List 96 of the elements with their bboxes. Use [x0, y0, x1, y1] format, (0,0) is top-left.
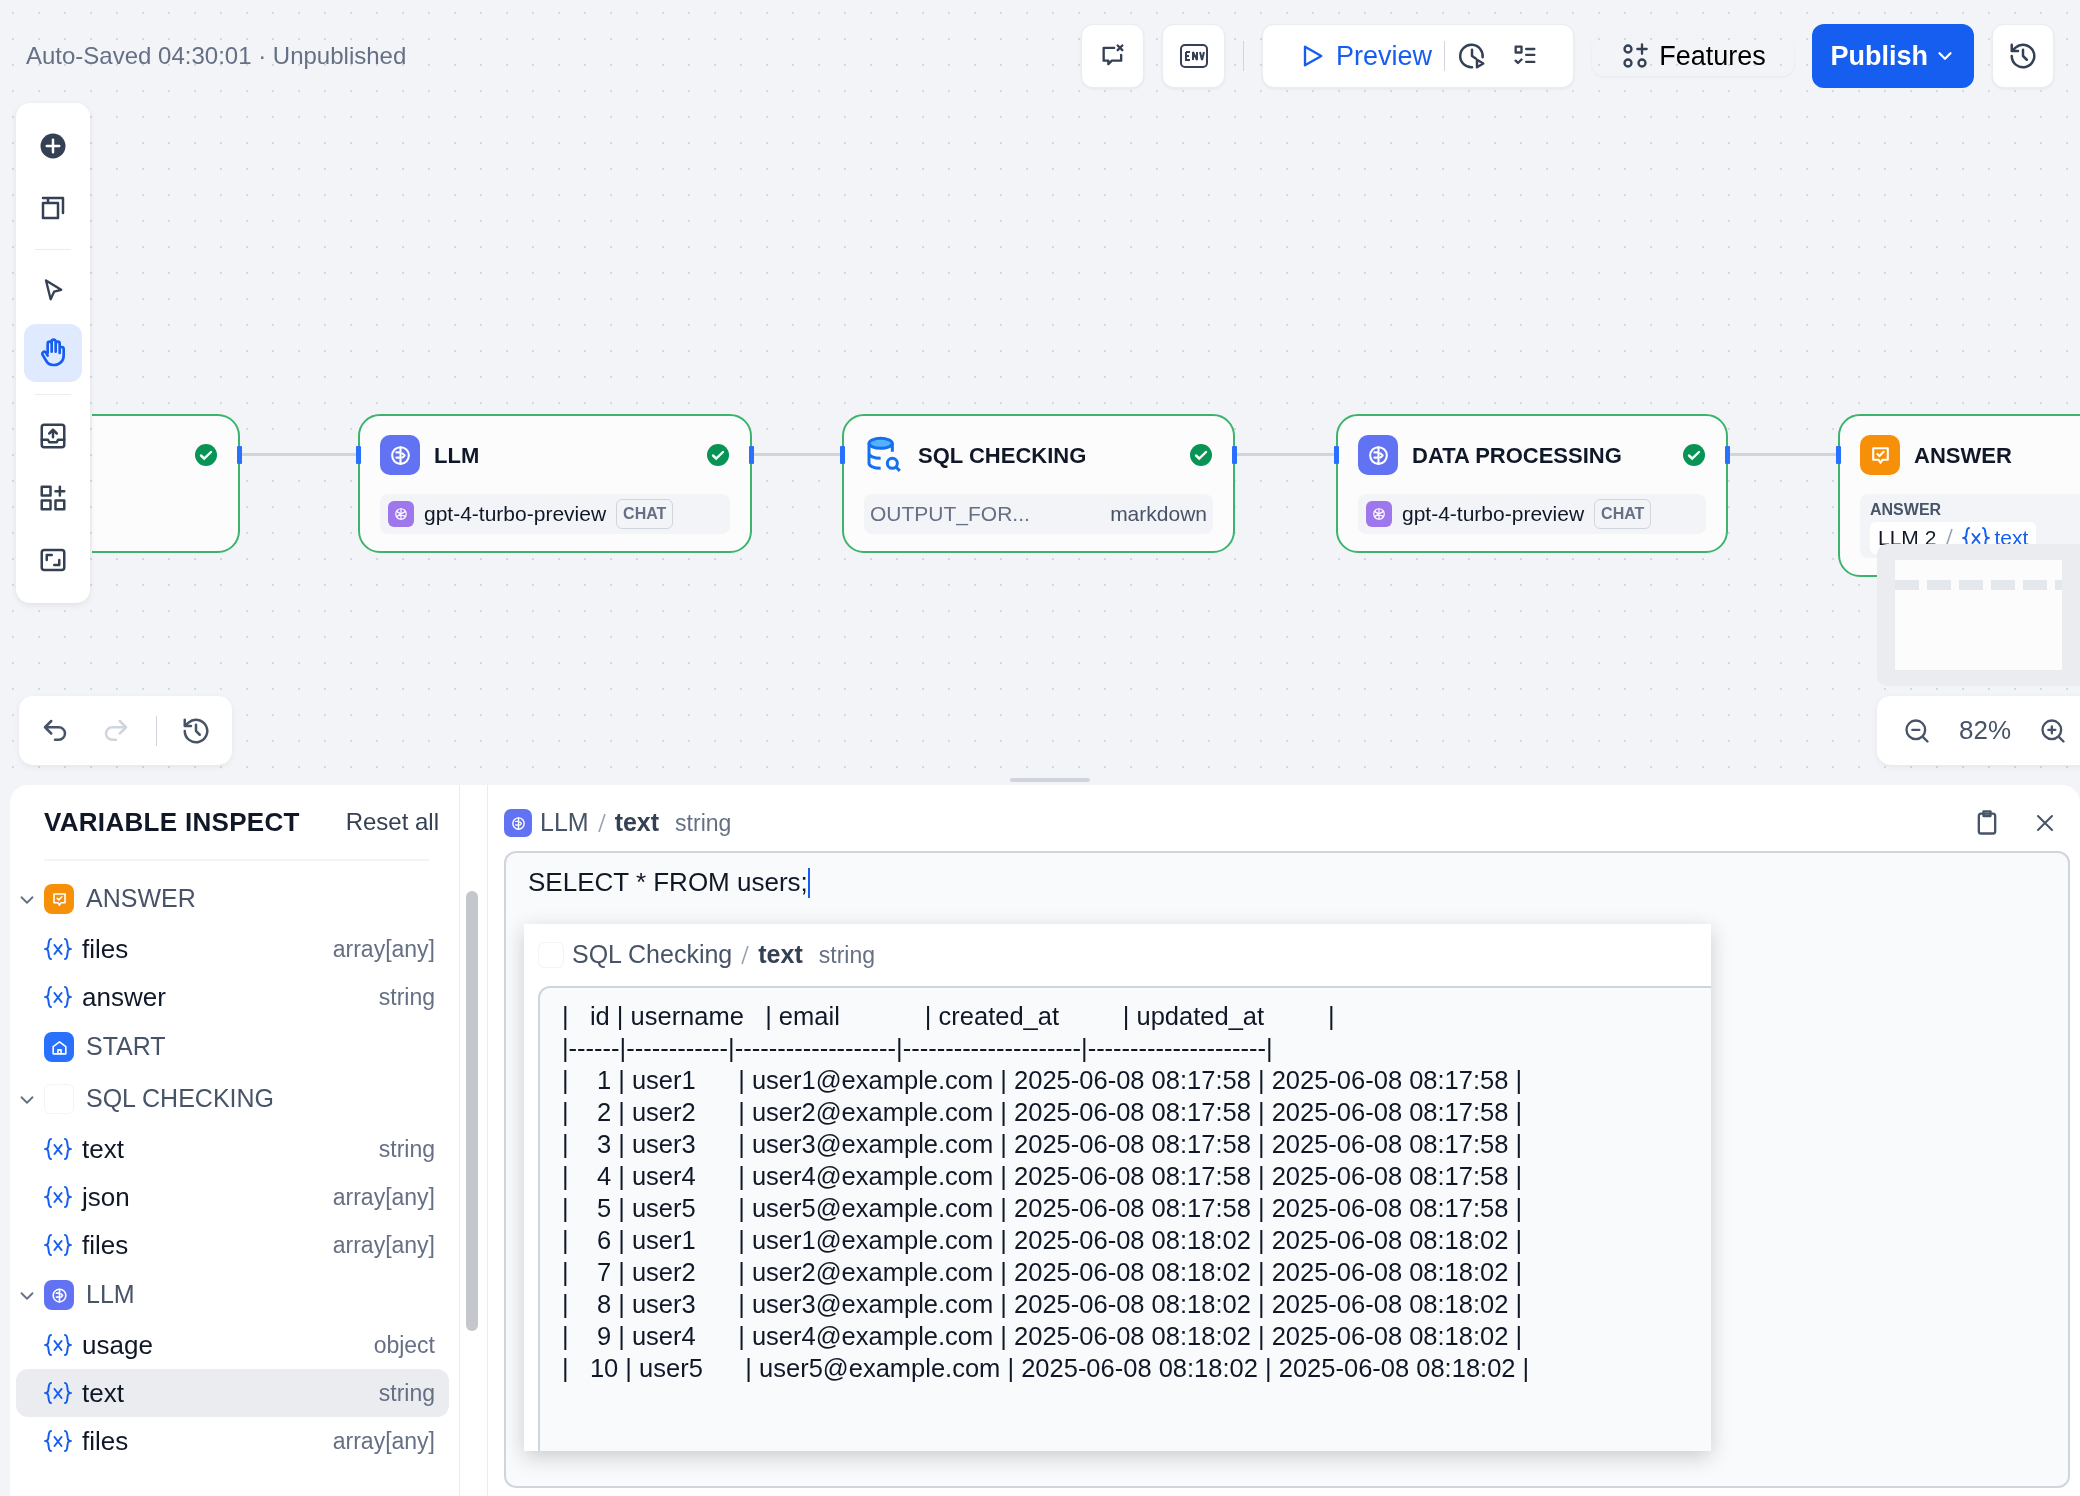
connection-handle[interactable]: [1334, 446, 1339, 464]
variable-icon: [44, 937, 72, 961]
save-status: Auto-Saved 04:30:01 · Unpublished: [26, 41, 407, 71]
workflow-node[interactable]: [92, 414, 240, 553]
connection-handle[interactable]: [1725, 446, 1730, 464]
publish-button[interactable]: Publish: [1812, 24, 1974, 88]
clock-play-icon: [1457, 41, 1487, 71]
node-name: SQL Checking: [572, 939, 733, 971]
slash-icon: [740, 944, 751, 966]
llm-icon: [1358, 435, 1398, 475]
answer-icon: [44, 884, 74, 914]
model-name: gpt-4-turbo-preview: [1402, 501, 1585, 528]
variable-icon: [44, 1185, 72, 1209]
history-icon: [2008, 41, 2038, 71]
variable-icon: [44, 1381, 72, 1405]
output-line: | 5 | user5 | user5@example.com | 2025-06-08 08:17:58 | 2025-06-08 08:17:58 |: [562, 1193, 1524, 1224]
variable-item[interactable]: files array[any]: [16, 1417, 449, 1465]
output-line: | 2 | user2 | user2@example.com | 2025-06-08 08:17:58 | 2025-06-08 08:17:58 |: [562, 1097, 1524, 1128]
variable-item[interactable]: files array[any]: [16, 1221, 449, 1269]
mode-badge: CHAT: [616, 499, 674, 529]
variable-icon: [44, 985, 72, 1009]
output-line: | 8 | user3 | user3@example.com | 2025-06-08 08:18:02 | 2025-06-08 08:18:02 |: [562, 1289, 1524, 1320]
node-name: LLM: [540, 807, 589, 839]
connection-handle[interactable]: [1232, 446, 1237, 464]
output-line: | 7 | user2 | user2@example.com | 2025-06-08 08:18:02 | 2025-06-08 08:18:02 |: [562, 1257, 1524, 1288]
close-chat-button[interactable]: [1081, 24, 1145, 88]
features-icon: [1621, 42, 1650, 70]
output-line: | 9 | user4 | user4@example.com | 2025-06-08 08:18:02 | 2025-06-08 08:18:02 |: [562, 1321, 1524, 1352]
variable-type: string: [675, 808, 732, 838]
env-button[interactable]: [1162, 24, 1226, 88]
import-icon: [38, 421, 68, 451]
node-title: LLM: [434, 441, 481, 470]
variable-name: text: [614, 807, 660, 839]
variable-item[interactable]: text string: [16, 1125, 449, 1173]
output-line: | 3 | user3 | user3@example.com | 2025-06-08 08:17:58 | 2025-06-08 08:17:58 |: [562, 1129, 1524, 1160]
node-name: ANSWER: [86, 883, 196, 915]
variable-item[interactable]: json array[any]: [16, 1173, 449, 1221]
workflow-node[interactable]: LLM gpt-4-turbo-preview CHAT: [358, 414, 752, 553]
connection-handle[interactable]: [237, 446, 242, 464]
preview-button[interactable]: Preview: [1285, 25, 1444, 87]
answer-icon: [1860, 435, 1900, 475]
variable-type: string: [818, 940, 875, 970]
reset-all-button[interactable]: Reset all: [345, 804, 439, 840]
field-label: ANSWER: [1870, 500, 1943, 520]
features-button[interactable]: Features: [1592, 35, 1795, 77]
model-icon: [388, 501, 414, 527]
model-name: gpt-4-turbo-preview: [424, 501, 607, 528]
history-icon: [181, 715, 212, 746]
env-icon: [1179, 43, 1209, 69]
output-line: | 6 | user1 | user1@example.com | 2025-06-08 08:18:02 | 2025-06-08 08:18:02 |: [562, 1225, 1524, 1256]
connection-handle[interactable]: [356, 446, 361, 464]
model-icon: [1366, 501, 1392, 527]
llm-icon: [504, 809, 532, 837]
workflow-node[interactable]: DATA PROCESSING gpt-4-turbo-preview CHAT: [1336, 414, 1728, 553]
node-name: LLM: [86, 1279, 135, 1311]
zoom-level: 82%: [1959, 714, 2012, 747]
output-line: | 1 | user1 | user1@example.com | 2025-06-08 08:17:58 | 2025-06-08 08:17:58 |: [562, 1065, 1524, 1096]
add-icon: [38, 131, 68, 161]
variable-item[interactable]: usage object: [16, 1321, 449, 1369]
variable-item[interactable]: files array[any]: [16, 925, 449, 973]
editor-text: SELECT * FROM users;: [528, 866, 808, 899]
variable-icon: [44, 1233, 72, 1257]
connection-handle[interactable]: [1836, 446, 1841, 464]
workflow-node[interactable]: SQL CHECKING OUTPUT_FOR... markdown: [842, 414, 1235, 553]
connection-handle[interactable]: [840, 446, 845, 464]
version-history-button[interactable]: [1992, 24, 2054, 88]
connection-handle[interactable]: [749, 446, 754, 464]
value-editor[interactable]: [504, 851, 2070, 1488]
mode-badge: CHAT: [1594, 499, 1652, 529]
node-title: SQL CHECKING: [918, 441, 1088, 470]
llm-icon: [380, 435, 420, 475]
variable-item[interactable]: text string: [16, 1369, 449, 1417]
variable-icon: [44, 1333, 72, 1357]
node-title: DATA PROCESSING: [1412, 441, 1623, 470]
output-variable: OUTPUT_FOR...: [870, 501, 1030, 528]
output-line: | id | username | email | created_at | updated_at |: [562, 1001, 1336, 1032]
variable-name: text: [758, 939, 803, 971]
variable-icon: [44, 1137, 72, 1161]
start-icon: [44, 1032, 74, 1062]
resize-handle[interactable]: [1010, 778, 1090, 782]
slash-icon: [596, 812, 607, 834]
variable-icon: [44, 1429, 72, 1453]
variable-item[interactable]: answer string: [16, 973, 449, 1021]
output-line: | 10 | user5 | user5@example.com | 2025-06-08 08:18:02 | 2025-06-08 08:18:02 |: [562, 1353, 1531, 1384]
hand-tool[interactable]: [24, 324, 82, 382]
text-cursor: [807, 867, 810, 898]
scrollbar[interactable]: [466, 891, 478, 1331]
node-title: ANSWER: [1914, 441, 2013, 470]
llm-icon: [44, 1280, 74, 1310]
panel-title: VARIABLE INSPECT: [44, 805, 300, 839]
output-line: |------|------------|-------------------|---------------------|---------------------|: [562, 1033, 1274, 1064]
node-name: START: [86, 1031, 166, 1063]
output-line: | 4 | user4 | user4@example.com | 2025-06-08 08:17:58 | 2025-06-08 08:17:58 |: [562, 1161, 1524, 1192]
blocks-icon: [38, 483, 68, 513]
node-name: SQL CHECKING: [86, 1083, 274, 1115]
output-format: markdown: [1110, 501, 1207, 528]
